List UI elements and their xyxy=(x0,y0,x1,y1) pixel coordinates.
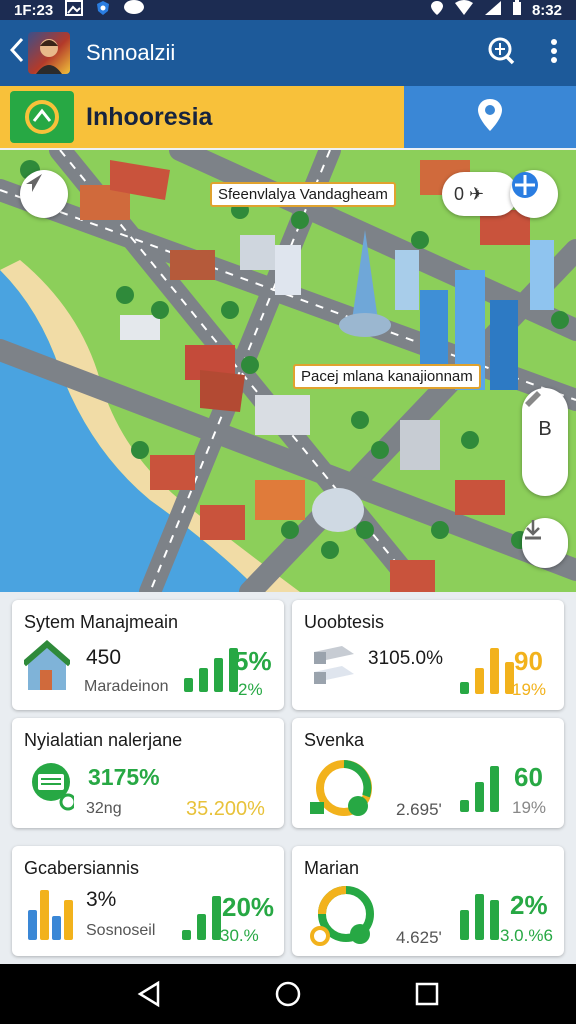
app-title: Snnoalzii xyxy=(86,40,176,65)
search-icon[interactable] xyxy=(486,36,516,71)
more-vert-icon[interactable] xyxy=(550,38,558,69)
card-big-value: 20% xyxy=(222,892,275,922)
system-nav-bar xyxy=(0,964,576,1024)
layers-button[interactable] xyxy=(510,170,558,218)
map-search-pill-text: 0 ✈ xyxy=(454,183,485,204)
map-label-mid[interactable]: Pacej mlana kanajionnam xyxy=(293,364,481,389)
location-pin-icon xyxy=(476,97,504,138)
card-small-value: 35.200% xyxy=(186,798,265,820)
location-status-icon xyxy=(430,0,444,20)
status-bar: 1F:23 8:32 xyxy=(0,0,576,20)
card-title: Marian xyxy=(304,858,360,878)
card-small-value: 19% xyxy=(512,680,547,699)
card-value: 450 xyxy=(86,646,122,669)
app-bar: Snnoalzii xyxy=(0,20,576,86)
avatar[interactable] xyxy=(28,32,70,74)
card-small-value: 2% xyxy=(238,680,263,699)
document-badge-icon xyxy=(28,762,77,817)
card-small-value: 19% xyxy=(512,798,547,817)
shield-notification-icon xyxy=(95,0,111,20)
card-big-value: 5% xyxy=(234,646,272,676)
card-big-value: 60 xyxy=(514,762,543,792)
region-selector[interactable]: Inhooresia xyxy=(0,86,404,148)
house-icon xyxy=(22,640,72,699)
nav-recents-icon[interactable] xyxy=(407,974,447,1014)
nav-back-icon[interactable] xyxy=(129,974,169,1014)
card-subtitle: 32ng xyxy=(86,800,122,817)
battery-icon xyxy=(512,0,522,20)
column-chart-icon xyxy=(28,890,73,940)
card-value: 2.695' xyxy=(396,800,442,819)
stats-card-marian[interactable]: Marian 4.625' 2% 3.0.%6 xyxy=(292,846,564,956)
card-title: Gcabersiannis xyxy=(24,858,140,878)
bar-chart-icon xyxy=(182,896,221,940)
card-value: 4.625' xyxy=(396,928,442,947)
stack-icon xyxy=(312,642,356,699)
region-logo-icon xyxy=(10,91,74,143)
map-search-pill[interactable]: 0 ✈ xyxy=(442,172,518,216)
card-title: Nyialatian nalerjane xyxy=(24,730,183,750)
image-notification-icon xyxy=(65,0,84,20)
bubble-notification-icon xyxy=(123,0,145,20)
stats-card-uoobtesis[interactable]: Uoobtesis 3105.0% 90 19% xyxy=(292,600,564,710)
stats-cards: Sytem Manajmeain 450 Maradeinon 5% 2% Uo… xyxy=(0,592,576,964)
card-small-value: 3.0.%6 xyxy=(500,926,553,945)
stats-card-svenka[interactable]: Svenka 2.695' 60 19% xyxy=(292,718,564,828)
region-banner: Inhooresia xyxy=(0,86,576,148)
map-label-top[interactable]: Sfeenvlalya Vandagheam xyxy=(210,182,396,207)
region-name: Inhooresia xyxy=(86,102,213,131)
compass-button[interactable] xyxy=(20,170,68,218)
card-value: 3175% xyxy=(88,764,160,790)
status-time-left: 1F:23 xyxy=(14,1,54,19)
stats-card-system[interactable]: Sytem Manajmeain 450 Maradeinon 5% 2% xyxy=(12,600,284,710)
city-map[interactable]: Sfeenvlalya Vandagheam Pacej mlana kanaj… xyxy=(0,150,576,592)
bar-chart-icon xyxy=(184,648,238,692)
bar-chart-icon xyxy=(460,894,499,940)
map-side-controls: B xyxy=(522,388,568,496)
bar-chart-icon xyxy=(460,648,514,694)
card-title: Svenka xyxy=(304,730,365,750)
card-subtitle: Maradeinon xyxy=(84,678,169,695)
gauge-icon xyxy=(310,884,380,951)
card-title: Uoobtesis xyxy=(304,612,385,632)
back-arrow-icon[interactable] xyxy=(9,37,24,69)
card-small-value: 30.% xyxy=(220,926,259,945)
download-button[interactable] xyxy=(522,518,568,568)
card-title: Sytem Manajmeain xyxy=(24,612,179,632)
card-subtitle: Sosnoseil xyxy=(86,922,156,939)
status-time-right: 8:32 xyxy=(531,1,562,19)
map-control-label[interactable]: B xyxy=(538,418,551,441)
nav-home-icon[interactable] xyxy=(268,974,308,1014)
signal-icon xyxy=(484,0,502,20)
card-big-value: 90 xyxy=(514,646,543,676)
donut-chart-icon xyxy=(310,758,380,825)
stats-card-gcabersiannis[interactable]: Gcabersiannis 3% Sosnoseil 20% 30.% xyxy=(12,846,284,956)
card-big-value: 2% xyxy=(510,890,548,920)
card-value: 3% xyxy=(86,888,117,911)
location-button[interactable] xyxy=(404,86,576,148)
bar-chart-icon xyxy=(460,766,499,812)
stats-card-nyialatian[interactable]: Nyialatian nalerjane 3175% 32ng 35.200% xyxy=(12,718,284,828)
map-illustration xyxy=(0,150,576,592)
card-value: 3105.0% xyxy=(368,648,444,669)
wifi-icon xyxy=(454,0,474,20)
